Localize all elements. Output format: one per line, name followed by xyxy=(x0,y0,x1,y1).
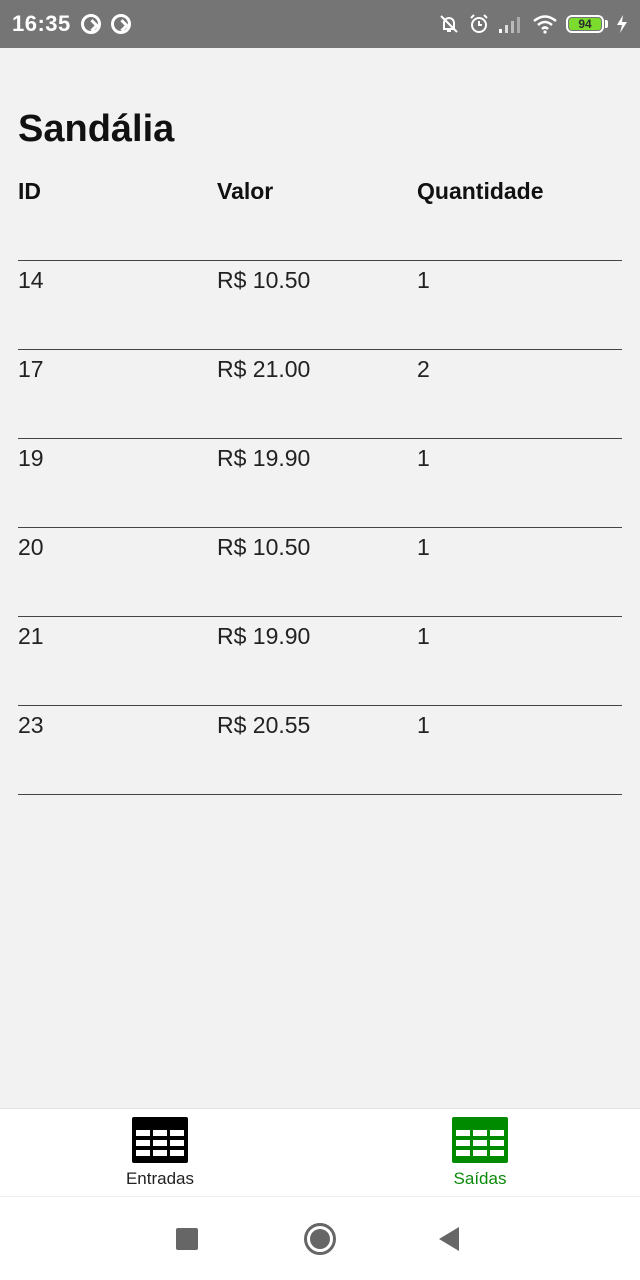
bottom-tab-bar: Entradas Saídas xyxy=(0,1108,640,1196)
cell-valor: R$ 20.55 xyxy=(217,712,311,738)
recents-button[interactable] xyxy=(176,1227,198,1250)
page-title: Sandália xyxy=(18,108,175,150)
table-row[interactable]: 20 R$ 10.50 1 xyxy=(18,528,622,617)
table-row[interactable]: 17 R$ 21.00 2 xyxy=(18,350,622,439)
header-quantidade: Quantidade xyxy=(417,178,544,204)
header-id: ID xyxy=(18,178,41,204)
home-button[interactable] xyxy=(304,1222,336,1255)
notification-app-icon xyxy=(80,14,101,34)
cell-id: 17 xyxy=(18,356,44,382)
status-time: 16:35 xyxy=(12,11,71,36)
charging-icon xyxy=(617,15,627,33)
table-row[interactable]: 23 R$ 20.55 1 xyxy=(18,706,622,795)
table-icon xyxy=(132,1117,188,1163)
table-row[interactable]: 14 R$ 10.50 1 xyxy=(18,261,622,350)
cell-id: 19 xyxy=(18,445,44,471)
cell-quantidade: 1 xyxy=(417,445,430,471)
tab-entradas[interactable]: Entradas xyxy=(0,1109,320,1196)
cell-id: 20 xyxy=(18,534,44,560)
cell-valor: R$ 19.90 xyxy=(217,445,311,471)
status-bar: 16:35 94 xyxy=(0,0,640,48)
table-row[interactable]: 19 R$ 19.90 1 xyxy=(18,439,622,528)
alarm-icon xyxy=(470,14,488,33)
sales-table: ID Valor Quantidade 14 R$ 10.50 1 17 R$ … xyxy=(18,172,622,795)
cell-valor: R$ 19.90 xyxy=(217,623,311,649)
cell-id: 21 xyxy=(18,623,44,649)
cell-valor: R$ 10.50 xyxy=(217,267,311,293)
tab-label: Saídas xyxy=(453,1169,507,1188)
system-nav-bar xyxy=(0,1196,640,1280)
table-row[interactable]: 21 R$ 19.90 1 xyxy=(18,617,622,706)
tab-label: Entradas xyxy=(125,1169,195,1188)
cell-id: 23 xyxy=(18,712,44,738)
cell-quantidade: 1 xyxy=(417,712,430,738)
cell-quantidade: 1 xyxy=(417,267,430,293)
wifi-icon xyxy=(533,15,557,34)
table-icon xyxy=(452,1117,508,1163)
cell-quantidade: 2 xyxy=(417,356,430,382)
cell-valor: R$ 10.50 xyxy=(217,534,311,560)
bell-off-icon xyxy=(440,15,458,33)
back-button[interactable] xyxy=(439,1226,459,1251)
cell-valor: R$ 21.00 xyxy=(217,356,311,382)
header-valor: Valor xyxy=(217,178,274,204)
battery-indicator: 94 xyxy=(566,15,608,33)
tab-saidas[interactable]: Saídas xyxy=(320,1109,640,1196)
cell-quantidade: 1 xyxy=(417,534,430,560)
cell-id: 14 xyxy=(18,267,44,293)
table-header: ID Valor Quantidade xyxy=(18,172,622,261)
notification-app-icon xyxy=(110,14,131,34)
cell-quantidade: 1 xyxy=(417,623,430,649)
battery-level: 94 xyxy=(569,17,601,31)
signal-icon xyxy=(499,17,520,33)
